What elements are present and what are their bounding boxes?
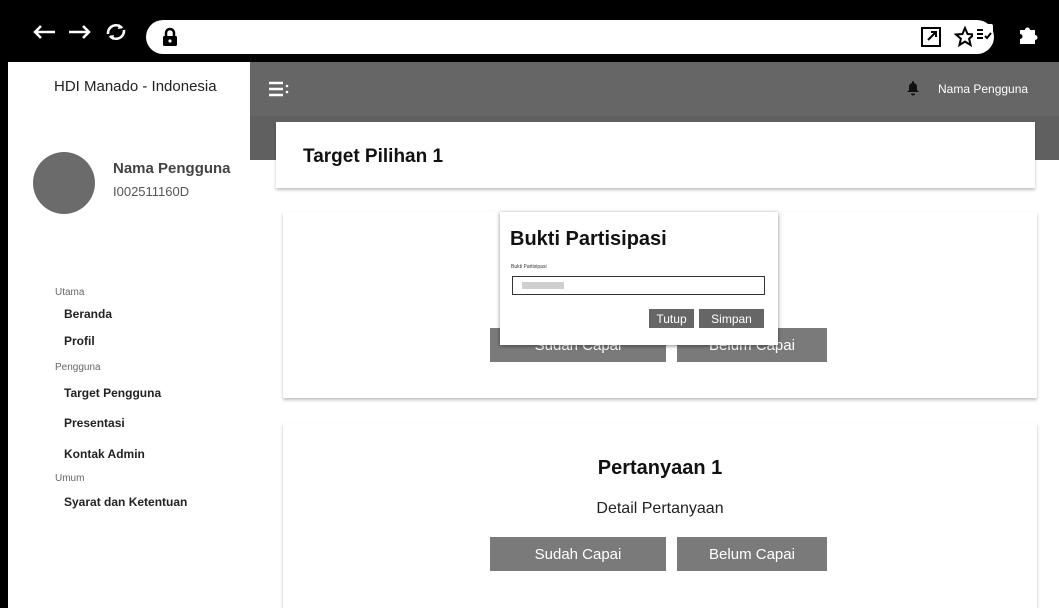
sidebar-item-syarat[interactable]: Syarat dan Ketentuan (64, 495, 187, 509)
avatar[interactable] (33, 152, 95, 214)
user-id: I002511160D (113, 184, 190, 199)
sidebar-item-profil[interactable]: Profil (64, 334, 95, 348)
browser-toolbar (0, 0, 1059, 62)
input-placeholder-bar (522, 282, 564, 289)
window-frame (0, 62, 8, 608)
not-achieved-button[interactable]: Belum Capai (677, 537, 827, 571)
extension-icon[interactable] (1016, 22, 1040, 51)
forward-arrow-icon[interactable] (66, 18, 94, 46)
sidebar-item-presentasi[interactable]: Presentasi (64, 416, 125, 430)
address-bar-actions (920, 25, 977, 53)
sidebar-item-kontak-admin[interactable]: Kontak Admin (64, 447, 145, 461)
app-header-bar: Nama Pengguna (250, 62, 1059, 116)
back-arrow-icon[interactable] (30, 18, 58, 46)
save-button[interactable]: Simpan (699, 309, 764, 328)
user-name: Nama Pengguna (113, 160, 231, 177)
reload-icon[interactable] (102, 18, 130, 46)
menu-section-utama: Utama (55, 287, 85, 298)
menu-icon[interactable] (268, 79, 290, 99)
page-title-card: Target Pilihan 1 (276, 122, 1035, 188)
field-label: Bukti Partisipasi (511, 264, 547, 270)
participation-proof-dialog: Bukti Partisipasi Bukti Partisipasi Tutu… (500, 212, 778, 345)
notification-bell-icon[interactable] (905, 80, 921, 96)
open-external-icon[interactable] (920, 26, 942, 53)
sidebar-item-beranda[interactable]: Beranda (64, 307, 112, 321)
reader-icon[interactable] (972, 23, 994, 50)
menu-section-pengguna: Pengguna (55, 362, 101, 373)
sidebar-item-target-pengguna[interactable]: Target Pengguna (64, 386, 161, 400)
browser-nav (30, 18, 130, 46)
sidebar: HDI Manado - Indonesia Nama Pengguna I00… (8, 62, 250, 608)
proof-input[interactable] (512, 276, 765, 295)
header-user-name[interactable]: Nama Pengguna (938, 82, 1028, 96)
achieved-button[interactable]: Sudah Capai (490, 537, 666, 571)
question-card: Pertanyaan 1 Detail Pertanyaan Sudah Cap… (283, 423, 1037, 608)
question-title: Pertanyaan 1 (597, 457, 723, 479)
extension-area (972, 22, 1040, 51)
lock-icon (160, 27, 180, 47)
question-detail: Detail Pertanyaan (596, 500, 724, 517)
dialog-title: Bukti Partisipasi (510, 228, 667, 250)
menu-section-umum: Umum (55, 473, 85, 484)
brand-title: HDI Manado - Indonesia (54, 78, 217, 95)
close-button[interactable]: Tutup (649, 309, 694, 328)
page-title: Target Pilihan 1 (303, 146, 444, 167)
address-bar[interactable] (146, 20, 994, 54)
